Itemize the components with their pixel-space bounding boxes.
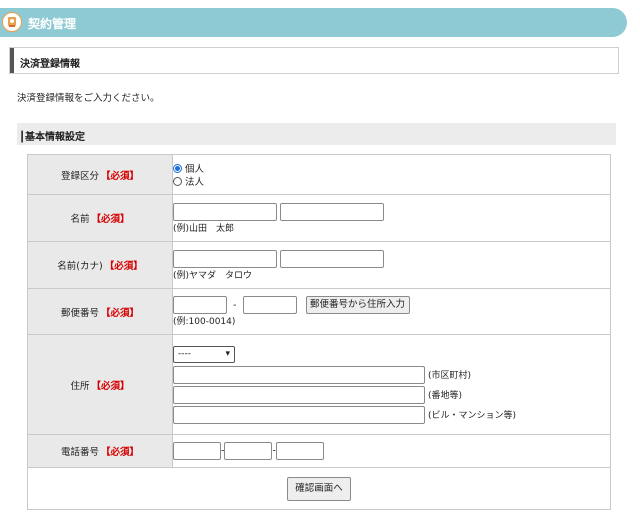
building-input[interactable] [173,405,425,424]
city-label: (市区町村) [428,371,472,381]
postal-hint: (例:100-0014) [173,317,236,327]
page-title: 契約管理 [28,17,77,31]
radio-individual-button[interactable] [173,163,182,173]
required-badge: 【必須】 [104,261,143,272]
first-name-kana-input[interactable] [280,249,385,268]
intro-text: 決済登録情報をご入力ください。 [17,93,160,104]
postal-code-first-input[interactable] [173,296,227,314]
label-address: 住所 【必須】 [27,334,173,435]
label-postal: 郵便番号 【必須】 [27,288,173,335]
phone-third-input[interactable] [275,442,324,460]
subsection-title: ┃基本情報設定 [19,132,86,143]
registration-form: 登録区分 【必須】 個人 法人 名前 【必須】 (例)山田 太郎 名前(カナ) 【必須… [27,154,611,510]
label-category: 登録区分 【必須】 [27,154,173,195]
prefecture-select[interactable]: ---- ▾ [173,346,235,363]
required-badge: 【必須】 [101,307,140,319]
required-badge: 【必須】 [91,214,130,225]
building-label: (ビル・マンション等) [428,411,517,421]
required-badge: 【必須】 [101,447,140,458]
row-address: 住所 【必須】 ---- ▾ (市区町村) (番地等) (ビル・マンション等) [27,334,611,435]
row-postal: 郵便番号 【必須】 - 郵便番号から住所入力 (例:100-0014) [27,288,611,335]
last-name-kana-input[interactable] [173,249,277,268]
section-header: 決済登録情報 [9,47,619,74]
chevron-down-icon: ▾ [225,349,230,359]
section-title: 決済登録情報 [20,59,80,70]
required-badge: 【必須】 [101,170,140,182]
postal-code-second-input[interactable] [242,296,297,314]
confirm-button[interactable]: 確認画面へ [287,476,351,501]
radio-corporation-button[interactable] [173,176,182,186]
street-input[interactable] [173,385,425,404]
label-name: 名前 【必須】 [27,194,173,242]
kana-hint: (例)ヤマダ タロウ [173,270,253,281]
row-kana: 名前(カナ) 【必須】 (例)ヤマダ タロウ [27,241,611,289]
street-label: (番地等) [428,391,463,401]
city-input[interactable] [173,365,425,384]
last-name-input[interactable] [173,202,277,221]
name-hint: (例)山田 太郎 [173,223,235,234]
postal-separator: - [233,299,237,311]
phone-first-input[interactable] [173,442,221,460]
radio-corporation[interactable]: 法人 [173,175,610,188]
phone-second-input[interactable] [224,442,273,460]
subsection-header: ┃基本情報設定 [17,123,616,145]
row-submit: 確認画面へ [27,467,611,510]
page-header: 契約管理 [0,8,627,37]
required-badge: 【必須】 [91,380,130,392]
postal-lookup-button[interactable]: 郵便番号から住所入力 [305,296,410,314]
row-phone: 電話番号 【必須】 -- [27,434,611,468]
radio-individual[interactable]: 個人 [173,162,610,175]
first-name-input[interactable] [280,202,385,221]
label-phone: 電話番号 【必須】 [27,434,173,468]
row-category: 登録区分 【必須】 個人 法人 [27,154,611,195]
label-kana: 名前(カナ) 【必須】 [27,241,173,289]
contract-icon [2,12,22,32]
row-name: 名前 【必須】 (例)山田 太郎 [27,194,611,242]
